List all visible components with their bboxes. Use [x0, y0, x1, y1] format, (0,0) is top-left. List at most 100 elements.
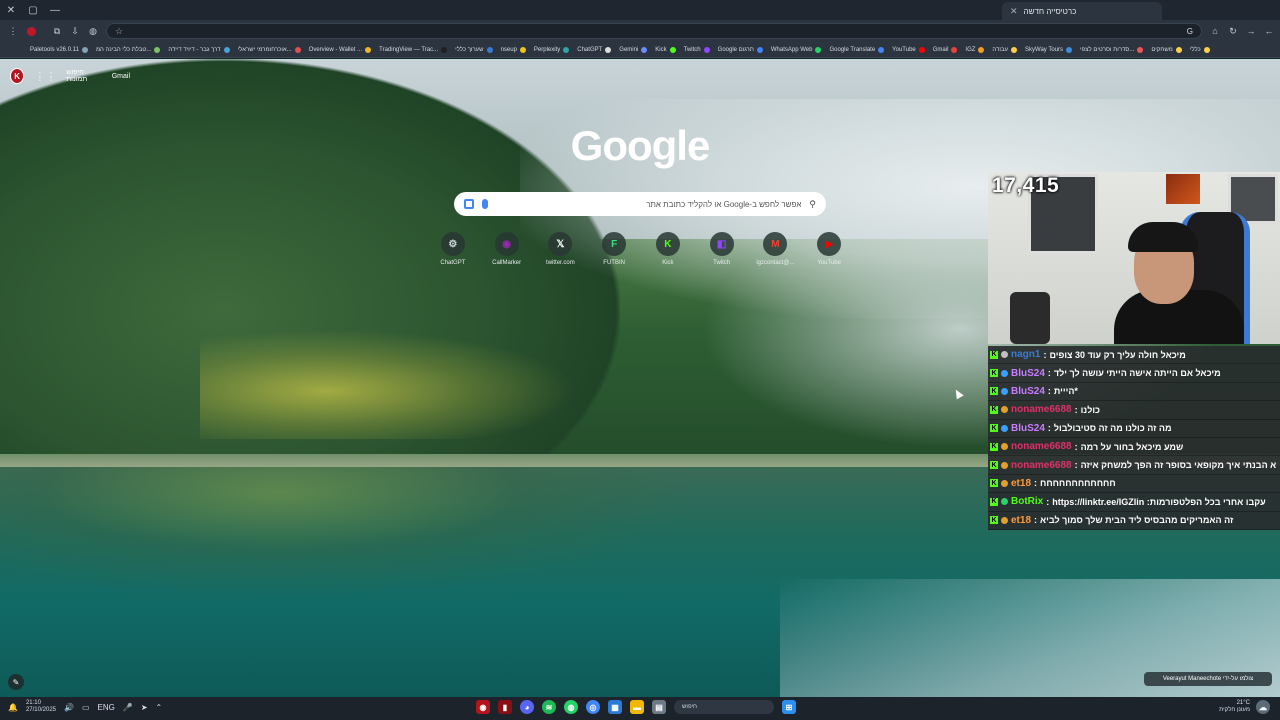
- bookmark-favicon-icon: [978, 46, 985, 53]
- shortcut-tile[interactable]: 𝕏twitter.com: [534, 232, 588, 276]
- shortcuts-row: ⚙ ChatGPT ◉ CallMarker 𝕏twitter.com F FUTBIN K K…: [426, 232, 856, 276]
- bookmark-item[interactable]: כללי: [1190, 46, 1210, 53]
- forward-icon[interactable]: →: [1244, 24, 1258, 38]
- bookmark-item[interactable]: Paletools v26.0.11: [30, 46, 88, 53]
- bookmark-label: TradingView — Trac...: [379, 46, 439, 53]
- bookmark-item[interactable]: שערוך כללי: [455, 46, 493, 53]
- kick-badge-icon: K: [990, 405, 998, 414]
- bookmark-item[interactable]: עבודה: [992, 46, 1018, 53]
- weather-widget[interactable]: 21°C מעונן חלקית: [1219, 700, 1250, 714]
- bookmark-label: עבודה: [992, 46, 1009, 53]
- chrome-icon[interactable]: ◎: [586, 700, 600, 714]
- tab-new-tab[interactable]: כרטיסייה חדשה ✕: [1002, 2, 1162, 20]
- gmail-link[interactable]: Gmail: [112, 73, 130, 80]
- google-lens-icon[interactable]: G: [1187, 27, 1193, 36]
- bookmark-item[interactable]: Twitch: [684, 46, 710, 53]
- address-bar[interactable]: ☆ G: [106, 23, 1202, 39]
- shortcut-tile[interactable]: ◧ Twitch: [695, 232, 749, 276]
- shortcut-tile[interactable]: K Kick: [641, 232, 695, 276]
- voice-search-icon[interactable]: [482, 199, 488, 209]
- tray-app-icon[interactable]: ➤: [141, 703, 148, 712]
- task-view-icon[interactable]: ▤: [652, 700, 666, 714]
- file-explorer-icon[interactable]: ▬: [630, 700, 644, 714]
- whatsapp-icon[interactable]: ◍: [564, 700, 578, 714]
- search-box[interactable]: אפשר לחפש ב-Google או להקליד כתובת אתר ⚲: [454, 192, 826, 216]
- shortcut-label: YouTube: [817, 260, 841, 266]
- discord-icon[interactable]: ◕: [520, 700, 534, 714]
- shortcut-label: CallMarker: [492, 260, 522, 266]
- whatsapp-icon[interactable]: ◍: [86, 24, 100, 38]
- language-indicator[interactable]: ENG: [98, 703, 115, 712]
- bookmark-item[interactable]: משחקים: [1151, 46, 1182, 53]
- bookmark-item[interactable]: ChatGPT: [577, 46, 612, 53]
- taskbar-app-icon[interactable]: ▮: [498, 700, 512, 714]
- notification-icon[interactable]: 🔔: [8, 703, 18, 712]
- bookmark-item[interactable]: Perplexity: [534, 46, 570, 53]
- photo-credit[interactable]: צולמו על-ידי Veerayut Maneechote: [1144, 672, 1272, 686]
- bookmark-item[interactable]: טבלת כלי הבינה המ...: [96, 46, 161, 53]
- shortcut-tile[interactable]: F FUTBIN: [587, 232, 641, 276]
- reload-icon[interactable]: ↻: [1226, 24, 1240, 38]
- bookmark-favicon-icon: [1203, 46, 1210, 53]
- user-badge-icon: [1001, 516, 1008, 524]
- display-icon[interactable]: ▭: [82, 703, 90, 712]
- extension-icon[interactable]: [24, 24, 38, 38]
- bookmark-item[interactable]: Gemini: [619, 46, 648, 53]
- clock[interactable]: 21:10 27/10/2025: [26, 700, 56, 714]
- bookmark-favicon-icon: [951, 46, 958, 53]
- download-icon[interactable]: ⇩: [68, 24, 82, 38]
- bookmark-item[interactable]: nseup: [501, 46, 526, 53]
- bookmark-item[interactable]: Overview - Wallet ...: [309, 46, 372, 53]
- bookmark-item[interactable]: IGZ: [965, 46, 985, 53]
- account-avatar[interactable]: K: [10, 68, 25, 84]
- tray-expand-icon[interactable]: ⌃: [156, 703, 163, 712]
- shortcut-tile[interactable]: ⚙ ChatGPT: [426, 232, 480, 276]
- shortcut-tile[interactable]: Migzcontact@...: [749, 232, 803, 276]
- taskbar-app-icon[interactable]: ◉: [476, 700, 490, 714]
- bookmark-item[interactable]: SkyWay Tours: [1025, 46, 1073, 53]
- user-badge-icon: [1001, 351, 1008, 359]
- store-icon[interactable]: ▦: [608, 700, 622, 714]
- maximize-window-button[interactable]: ▢: [22, 0, 44, 20]
- search-input[interactable]: אפשר לחפש ב-Google או להקליד כתובת אתר: [496, 200, 801, 209]
- bookmark-item[interactable]: YouTube: [892, 46, 925, 53]
- shortcut-tile[interactable]: ◉ CallMarker: [480, 232, 534, 276]
- chat-message: Ket18: זה האמריקים מהבסיס ליד הבית שלך סמ…: [988, 512, 1280, 530]
- chat-username: et18: [1011, 477, 1032, 489]
- bookmark-item[interactable]: דרך גבר - דיויד דיידה: [168, 46, 230, 53]
- menu-icon[interactable]: ⋮: [6, 24, 20, 38]
- bookmark-item[interactable]: Gmail: [933, 46, 958, 53]
- search-icon: ⚲: [809, 198, 816, 209]
- chat-text: מיכאל אם הייתה אישה הייתי עושה לך ילד: [1053, 368, 1221, 379]
- bookmark-item[interactable]: TradingView — Trac...: [379, 46, 448, 53]
- images-link[interactable]: חיפוש תמונות: [66, 69, 101, 83]
- start-icon[interactable]: ⊞: [782, 700, 796, 714]
- customize-pencil-icon[interactable]: ✎: [8, 674, 24, 690]
- chat-text: *הייית: [1053, 386, 1078, 397]
- minimize-window-button[interactable]: —: [44, 0, 66, 20]
- bookmark-item[interactable]: Kick: [655, 46, 676, 53]
- tab-close-icon[interactable]: ✕: [1010, 6, 1018, 17]
- kick-badge-icon: K: [990, 479, 998, 488]
- google-lens-icon[interactable]: [464, 199, 474, 209]
- weather-desc: מעונן חלקית: [1219, 707, 1250, 713]
- shortcut-tile[interactable]: ▶ YouTube: [802, 232, 856, 276]
- bookmark-label: משחקים: [1151, 46, 1173, 53]
- bookmark-item[interactable]: סדרות וסרטים לצפי...: [1080, 46, 1144, 53]
- bookmark-star-icon[interactable]: ☆: [115, 26, 123, 37]
- back-icon[interactable]: ←: [1262, 24, 1276, 38]
- taskbar-search[interactable]: חיפוש: [674, 700, 774, 714]
- bookmark-item[interactable]: WhatsApp Web: [771, 46, 822, 53]
- spotify-icon[interactable]: ≋: [542, 700, 556, 714]
- puzzle-icon[interactable]: ⧉: [50, 24, 64, 38]
- volume-icon[interactable]: 🔊: [64, 703, 74, 712]
- bookmark-item[interactable]: אוכרחומרמי ישראלי...: [238, 46, 301, 53]
- apps-grid-icon[interactable]: ⋮⋮: [34, 70, 56, 83]
- chat-message: K BluS24: מיכאל אם הייתה אישה הייתי עושה ל…: [988, 364, 1280, 383]
- kick-badge-icon: K: [990, 424, 998, 433]
- bookmark-item[interactable]: Google תרגום: [718, 46, 763, 53]
- close-window-button[interactable]: ✕: [0, 0, 22, 20]
- bookmark-item[interactable]: Google Translate: [829, 46, 885, 53]
- home-icon[interactable]: ⌂: [1208, 24, 1222, 38]
- mic-icon[interactable]: 🎤: [123, 703, 133, 712]
